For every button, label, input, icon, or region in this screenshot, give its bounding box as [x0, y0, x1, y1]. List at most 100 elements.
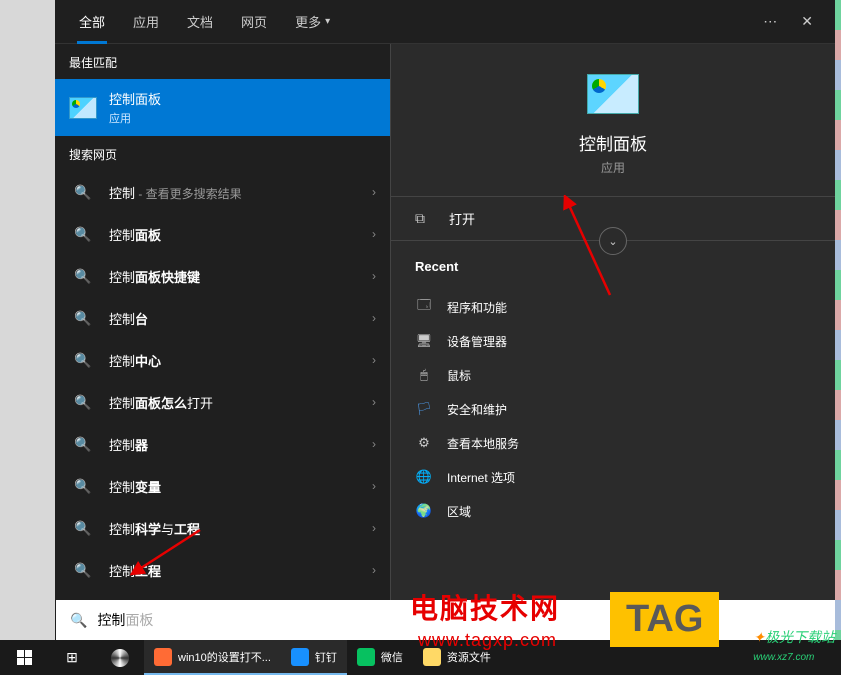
recent-item[interactable]: ⚙ 查看本地服务 — [391, 426, 835, 460]
recent-item-icon: 🗔 — [415, 298, 433, 316]
taskbar-item[interactable]: win10的设置打不... — [144, 640, 281, 675]
taskbar-item-icon — [357, 648, 375, 666]
taskbar-item[interactable]: 微信 — [347, 640, 413, 675]
recent-item-icon: 🏳 — [415, 400, 433, 418]
web-result-item[interactable]: 🔍 控制台 › — [55, 297, 390, 339]
result-text: 控制面板 — [109, 225, 364, 244]
result-text: 控制面板快捷键 — [109, 267, 364, 286]
recent-item[interactable]: 🗔 程序和功能 — [391, 290, 835, 324]
search-panel: 全部 应用 文档 网页 更多▾ ⋯ ✕ 最佳匹配 控制面板 应用 搜索网页 🔍 … — [55, 0, 835, 640]
recent-item[interactable]: 🖱 鼠标 — [391, 358, 835, 392]
expand-down-button[interactable]: ⌄ — [599, 227, 627, 255]
recent-item-icon: 🌍 — [415, 502, 433, 520]
result-text: 控制变量 — [109, 477, 364, 496]
chevron-right-icon: › — [372, 437, 376, 451]
recent-label: Recent — [415, 259, 811, 274]
recent-item-label: Internet 选项 — [447, 469, 515, 486]
search-icon: 🔍 — [69, 517, 97, 539]
chevron-right-icon: › — [372, 479, 376, 493]
taskbar-item-label: 微信 — [381, 649, 403, 665]
search-icon: 🔍 — [69, 181, 97, 203]
search-icon: 🔍 — [69, 475, 97, 497]
recent-item-icon: ⚙ — [415, 434, 433, 452]
web-result-item[interactable]: 🔍 控制器 › — [55, 423, 390, 465]
recent-item-icon: 🌐 — [415, 468, 433, 486]
tabs-bar: 全部 应用 文档 网页 更多▾ ⋯ ✕ — [55, 0, 835, 44]
taskbar-item-label: 钉钉 — [315, 649, 337, 665]
recent-item[interactable]: 🏳 安全和维护 — [391, 392, 835, 426]
recent-item-label: 程序和功能 — [447, 299, 507, 316]
chevron-right-icon: › — [372, 521, 376, 535]
start-button[interactable] — [0, 640, 48, 675]
search-icon: 🔍 — [69, 349, 97, 371]
close-icon[interactable]: ✕ — [789, 13, 825, 30]
recent-item[interactable]: 🖥 设备管理器 — [391, 324, 835, 358]
recent-item-label: 安全和维护 — [447, 401, 507, 418]
preview-column: 控制面板 应用 ⧉ 打开 ⌄ Recent 🗔 程序和功能🖥 设备管理器🖱 鼠标… — [390, 44, 835, 640]
task-view-button[interactable]: ⊞ — [48, 640, 96, 675]
web-result-item[interactable]: 🔍 控制科学与工程 › — [55, 507, 390, 549]
chevron-right-icon: › — [372, 311, 376, 325]
taskbar-item-label: win10的设置打不... — [178, 649, 271, 665]
web-result-item[interactable]: 🔍 控制变量 › — [55, 465, 390, 507]
web-result-item[interactable]: 🔍 控制面板怎么打开 › — [55, 381, 390, 423]
search-icon: 🔍 — [69, 265, 97, 287]
search-icon: 🔍 — [70, 612, 87, 629]
recent-item[interactable]: 🌐 Internet 选项 — [391, 460, 835, 494]
expand-divider: ⌄ — [391, 240, 835, 241]
open-label: 打开 — [449, 209, 475, 228]
recent-item-label: 查看本地服务 — [447, 435, 519, 452]
chevron-right-icon: › — [372, 227, 376, 241]
watermark-tag: TAG — [610, 592, 719, 647]
recent-item-icon: 🖥 — [415, 332, 433, 350]
results-column: 最佳匹配 控制面板 应用 搜索网页 🔍 控制 - 查看更多搜索结果 ›🔍 控制面… — [55, 44, 390, 640]
chevron-right-icon: › — [372, 563, 376, 577]
chevron-right-icon: › — [372, 353, 376, 367]
result-text: 控制面板怎么打开 — [109, 393, 364, 412]
more-options-icon[interactable]: ⋯ — [751, 13, 789, 30]
result-text: 控制台 — [109, 309, 364, 328]
chevron-right-icon: › — [372, 185, 376, 199]
search-ghost-text: 面板 — [125, 610, 153, 630]
taskbar-item-icon — [291, 648, 309, 666]
chevron-right-icon: › — [372, 395, 376, 409]
right-strip — [835, 0, 841, 640]
chevron-right-icon: › — [372, 269, 376, 283]
control-panel-icon — [69, 97, 97, 119]
control-panel-icon-large — [587, 74, 639, 114]
watermark-url: www.tagxp.com — [418, 630, 557, 651]
tab-docs[interactable]: 文档 — [173, 0, 227, 44]
result-text: 控制科学与工程 — [109, 519, 364, 538]
recent-item[interactable]: 🌍 区域 — [391, 494, 835, 528]
preview-title: 控制面板 — [579, 130, 647, 155]
web-result-item[interactable]: 🔍 控制 - 查看更多搜索结果 › — [55, 171, 390, 213]
side-watermark: ✦极光下载站 www.xz7.com — [753, 627, 835, 663]
result-text: 控制工程 — [109, 561, 364, 580]
search-icon: 🔍 — [69, 223, 97, 245]
taskbar-app-browser[interactable] — [96, 640, 144, 675]
result-subtitle: 应用 — [109, 110, 376, 126]
search-typed-text: 控制 — [97, 610, 125, 630]
recent-item-label: 区域 — [447, 503, 471, 520]
taskbar-item[interactable]: 钉钉 — [281, 640, 347, 675]
watermark-text: 电脑技术网 — [410, 587, 560, 627]
best-match-result[interactable]: 控制面板 应用 — [55, 79, 390, 136]
tab-apps[interactable]: 应用 — [119, 0, 173, 44]
recent-item-icon: 🖱 — [415, 366, 433, 384]
web-result-item[interactable]: 🔍 控制工程 › — [55, 549, 390, 591]
result-text: 控制 - 查看更多搜索结果 — [109, 183, 364, 202]
preview-subtitle: 应用 — [601, 159, 625, 176]
search-icon: 🔍 — [69, 307, 97, 329]
web-result-item[interactable]: 🔍 控制中心 › — [55, 339, 390, 381]
tab-all[interactable]: 全部 — [65, 0, 119, 44]
section-search-web: 搜索网页 — [55, 136, 390, 171]
tab-more[interactable]: 更多▾ — [281, 0, 344, 44]
web-result-item[interactable]: 🔍 控制面板快捷键 › — [55, 255, 390, 297]
search-icon: 🔍 — [69, 559, 97, 581]
search-icon: 🔍 — [69, 391, 97, 413]
panel-body: 最佳匹配 控制面板 应用 搜索网页 🔍 控制 - 查看更多搜索结果 ›🔍 控制面… — [55, 44, 835, 640]
tab-web[interactable]: 网页 — [227, 0, 281, 44]
web-result-item[interactable]: 🔍 控制面板 › — [55, 213, 390, 255]
result-text: 控制中心 — [109, 351, 364, 370]
result-text: 控制器 — [109, 435, 364, 454]
